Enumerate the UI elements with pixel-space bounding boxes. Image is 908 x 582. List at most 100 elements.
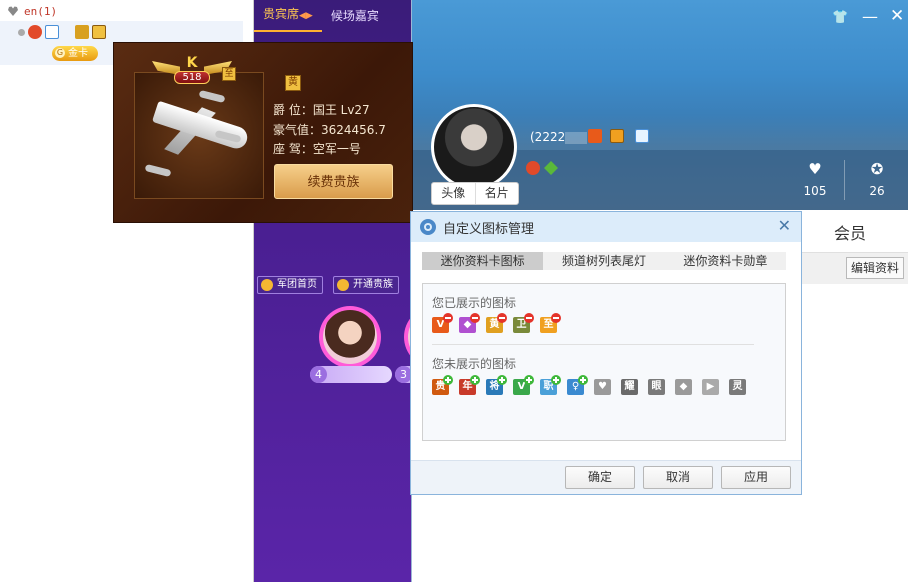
hidden-icon[interactable]: ▶ — [702, 375, 723, 395]
renew-noble-button[interactable]: 续费贵族 — [274, 164, 393, 199]
badge-glyph-icon: ▶ — [702, 379, 719, 395]
badge-glyph-icon: ♥ — [594, 379, 611, 395]
status-dot-icon — [18, 28, 25, 36]
icon-manager-dialog: 自定义图标管理 ✕ 迷你资料卡图标 频道树列表尾灯 迷你资料卡勋章 您已展示的图… — [410, 211, 802, 495]
crown-icon — [337, 279, 349, 291]
king-level-badge: K 518 — [152, 55, 232, 85]
noble-title-icon: 黄 — [285, 75, 301, 91]
minimize-icon[interactable]: — — [862, 7, 878, 26]
hidden-icon[interactable]: 贵 — [432, 375, 453, 395]
tab-waiting-guests[interactable]: 候场嘉宾 — [322, 2, 388, 30]
shown-icon[interactable]: 黄 — [486, 313, 507, 333]
hidden-icon[interactable]: ♀ — [567, 375, 588, 395]
supreme-badge-icon: 至 — [222, 67, 236, 81]
stat-divider — [844, 160, 845, 200]
hidden-icon[interactable]: ♥ — [594, 375, 615, 395]
hidden-icon[interactable]: 眼 — [648, 375, 669, 395]
noble-vehicle-line: 座 驾：空军一号 — [273, 142, 361, 156]
avatar-tab-bar: 头像 名片 — [431, 182, 519, 205]
heart-icon: ♥ — [808, 160, 822, 178]
shown-icons-label: 您已展示的图标 — [432, 296, 517, 310]
rank-number: 4 — [310, 366, 327, 383]
noble-card-popup: K 518 至 黄 爵 位：国王 Lv27 豪气值：3624456.7 座 驾：… — [113, 42, 413, 223]
badge-glyph-icon: 眼 — [648, 379, 665, 395]
edit-profile-button[interactable]: 编辑资料 — [846, 257, 904, 279]
tree-row-channel[interactable]: en(1) — [0, 2, 254, 20]
skin-icon[interactable]: 👕 — [832, 10, 848, 25]
dialog-tab-bar: 迷你资料卡图标 频道树列表尾灯 迷你资料卡勋章 — [422, 252, 786, 270]
add-icon[interactable] — [524, 375, 534, 385]
hidden-icon[interactable]: 灵 — [729, 375, 750, 395]
add-icon[interactable] — [578, 375, 588, 385]
tab-mini-card-medals[interactable]: 迷你资料卡勋章 — [665, 252, 786, 270]
medal-icon: ✪ — [870, 160, 884, 178]
level-number: 518 — [174, 71, 210, 84]
hidden-icon[interactable]: ◆ — [675, 375, 696, 395]
tab-vip-seats[interactable]: 贵宾席◀▶ — [254, 0, 322, 32]
hidden-icon[interactable]: 将 — [486, 375, 507, 395]
shown-icon[interactable]: 至 — [540, 313, 561, 333]
hidden-icons-label: 您未展示的图标 — [432, 357, 517, 371]
rank-pill: 4 — [310, 366, 392, 383]
shown-icon[interactable]: ◆ — [459, 313, 480, 333]
badge-icon — [28, 25, 42, 39]
tab-mini-card-icons[interactable]: 迷你资料卡图标 — [422, 252, 544, 270]
shown-icon[interactable]: V — [432, 313, 453, 333]
vip-v-icon — [588, 129, 602, 143]
tree-row-user[interactable] — [0, 21, 243, 43]
helmet-icon — [261, 279, 273, 291]
dialog-title: 自定义图标管理 — [443, 221, 535, 237]
icon-panel: 您已展示的图标 V ◆ 黄卫至 您未展示的图标 贵年将 V 职 ♀ ♥ 耀眼 ◆ ▶ 灵 — [422, 283, 786, 441]
hidden-icon[interactable]: 职 — [540, 375, 561, 395]
user-id: (2222 — [530, 130, 588, 144]
likes-stat[interactable]: ♥ 105 — [795, 160, 835, 198]
gold-card-badge: 金卡 — [52, 46, 98, 61]
likes-count: 105 — [803, 184, 827, 198]
heart-icon — [8, 6, 18, 16]
add-icon[interactable] — [551, 375, 561, 385]
vip-tab-bar: 贵宾席◀▶ 候场嘉宾 — [254, 0, 412, 32]
escort-jet-icon — [144, 163, 172, 178]
badge-glyph-icon: ◆ — [675, 379, 692, 395]
medals-stat[interactable]: ✪ 26 — [857, 160, 897, 198]
close-icon[interactable]: ✕ — [890, 6, 904, 26]
shown-icon[interactable]: 卫 — [513, 313, 534, 333]
close-icon[interactable]: ✕ — [778, 217, 791, 235]
tab-channel-tree-lights[interactable]: 频道树列表尾灯 — [543, 252, 664, 270]
add-icon[interactable] — [470, 375, 480, 385]
apply-button[interactable]: 应用 — [721, 466, 791, 489]
member-label[interactable]: 会员 — [834, 220, 866, 244]
arrows-icon: ◀▶ — [299, 11, 313, 21]
open-noble-label: 开通贵族 — [353, 279, 393, 290]
tab-namecard[interactable]: 名片 — [474, 183, 519, 204]
profile-avatar[interactable] — [431, 104, 517, 190]
hidden-icon[interactable]: 耀 — [621, 375, 642, 395]
army-home-label: 军团首页 — [277, 279, 317, 290]
add-icon[interactable] — [443, 375, 453, 385]
vehicle-image-box — [134, 72, 264, 199]
guest-avatar[interactable] — [319, 306, 381, 368]
noble-yellow-icon — [92, 25, 106, 39]
section-divider — [432, 344, 754, 345]
shown-icons-row: V ◆ 黄卫至 — [432, 313, 561, 333]
remove-icon[interactable] — [497, 313, 507, 323]
badge-glyph-icon: 耀 — [621, 379, 638, 395]
ok-button[interactable]: 确定 — [565, 466, 635, 489]
hidden-icon[interactable]: V — [513, 375, 534, 395]
tab-vip-seats-label: 贵宾席 — [263, 7, 300, 21]
hidden-icon[interactable]: 年 — [459, 375, 480, 395]
remove-icon[interactable] — [551, 313, 561, 323]
remove-icon[interactable] — [524, 313, 534, 323]
tab-avatar[interactable]: 头像 — [432, 183, 475, 204]
dialog-titlebar: 自定义图标管理 ✕ — [411, 212, 801, 242]
remove-icon[interactable] — [470, 313, 480, 323]
noble-badge-icon — [610, 129, 624, 143]
open-noble-button[interactable]: 开通贵族 — [333, 276, 399, 294]
cancel-button[interactable]: 取消 — [643, 466, 713, 489]
badge-glyph-icon: 灵 — [729, 379, 746, 395]
remove-icon[interactable] — [443, 313, 453, 323]
noble-value-line: 豪气值：3624456.7 — [273, 123, 386, 137]
add-icon[interactable] — [497, 375, 507, 385]
escort-jet-icon — [198, 89, 226, 104]
army-home-button[interactable]: 军团首页 — [257, 276, 323, 294]
